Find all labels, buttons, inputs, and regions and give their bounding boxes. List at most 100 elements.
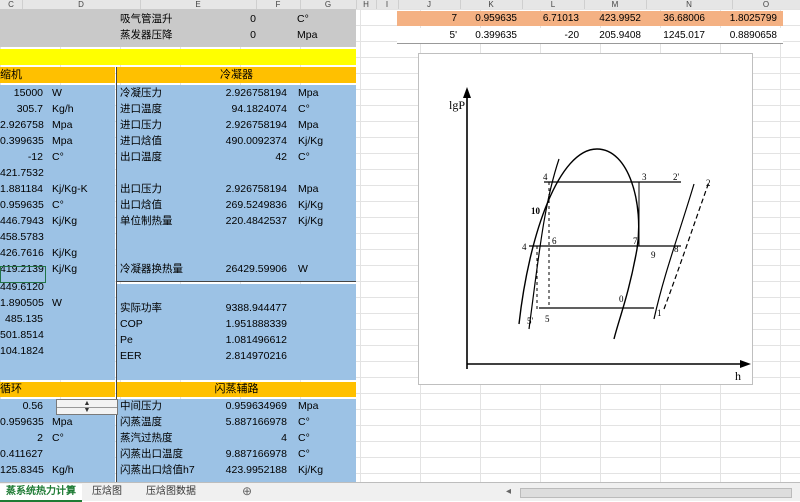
data-row-highlighted[interactable]: 7 0.959635 6.71013 423.9952 36.68006 1.8… bbox=[397, 11, 783, 26]
compressor-unit[interactable]: Kj/Kg bbox=[52, 262, 77, 277]
cycle-unit[interactable]: Mpa bbox=[52, 415, 72, 430]
sheet-tab-ph[interactable]: 压焓图 bbox=[86, 484, 128, 500]
compressor-unit[interactable]: C° bbox=[52, 198, 64, 213]
condenser-value[interactable]: 42 bbox=[195, 150, 287, 165]
cycle-value[interactable]: 0.56 bbox=[0, 399, 43, 414]
condenser-value[interactable]: 269.5249836 bbox=[195, 198, 287, 213]
col-header-i[interactable]: I bbox=[376, 0, 399, 9]
condenser-unit[interactable]: Kj/Kg bbox=[298, 214, 323, 229]
condenser-label[interactable]: 冷凝器换热量 bbox=[120, 262, 183, 277]
condenser-value[interactable]: 220.4842537 bbox=[195, 214, 287, 229]
performance-label[interactable]: 实际功率 bbox=[120, 301, 162, 316]
compressor-value[interactable]: 0.959635 bbox=[0, 198, 44, 213]
col-header-f[interactable]: F bbox=[256, 0, 301, 9]
data-cell[interactable]: 36.68006 bbox=[645, 11, 705, 26]
col-header-c[interactable]: C bbox=[0, 0, 23, 9]
compressor-value[interactable]: 1.890505 bbox=[0, 296, 44, 311]
top-row-label[interactable]: 蒸发器压降 bbox=[120, 28, 173, 43]
performance-label[interactable]: Pe bbox=[120, 333, 133, 348]
flash-value[interactable]: 0.959634969 bbox=[195, 399, 287, 414]
condenser-unit[interactable]: W bbox=[298, 262, 308, 277]
compressor-unit[interactable]: Mpa bbox=[52, 118, 72, 133]
flash-label[interactable]: 中间压力 bbox=[120, 399, 162, 414]
data-cell[interactable]: 1245.017 bbox=[645, 28, 705, 43]
col-header-m[interactable]: M bbox=[584, 0, 647, 9]
flash-label[interactable]: 闪蒸出口温度 bbox=[120, 447, 183, 462]
spin-down-button[interactable]: ▼ bbox=[57, 407, 117, 414]
flash-value[interactable]: 423.9952188 bbox=[195, 463, 287, 478]
compressor-value[interactable]: 421.7532 bbox=[0, 166, 44, 181]
compressor-unit[interactable]: Kj/Kg bbox=[52, 214, 77, 229]
condenser-label[interactable]: 出口温度 bbox=[120, 150, 162, 165]
flash-label[interactable]: 闪蒸温度 bbox=[120, 415, 162, 430]
condenser-unit[interactable]: Mpa bbox=[298, 118, 318, 133]
performance-label[interactable]: COP bbox=[120, 317, 143, 332]
condenser-label[interactable]: 进口温度 bbox=[120, 102, 162, 117]
data-cell[interactable]: -20 bbox=[521, 28, 579, 43]
flash-unit[interactable]: Mpa bbox=[298, 399, 318, 414]
data-cell[interactable]: 6.71013 bbox=[521, 11, 579, 26]
performance-value[interactable]: 1.081496612 bbox=[195, 333, 287, 348]
top-row-label[interactable]: 吸气管温升 bbox=[120, 12, 173, 27]
col-header-n[interactable]: N bbox=[646, 0, 733, 9]
cycle-value[interactable]: 2 bbox=[0, 431, 43, 446]
condenser-label[interactable]: 出口压力 bbox=[120, 182, 162, 197]
compressor-value[interactable]: 305.7 bbox=[0, 102, 43, 117]
col-header-k[interactable]: K bbox=[460, 0, 523, 9]
compressor-value[interactable]: 15000 bbox=[0, 86, 43, 101]
condenser-unit[interactable]: C° bbox=[298, 102, 310, 117]
col-header-e[interactable]: E bbox=[140, 0, 257, 9]
compressor-value[interactable]: 104.1824 bbox=[0, 344, 44, 359]
compressor-unit[interactable]: Mpa bbox=[52, 134, 72, 149]
cycle-value[interactable]: 0.959635 bbox=[0, 415, 44, 430]
condenser-value[interactable]: 490.0092374 bbox=[195, 134, 287, 149]
cycle-unit[interactable]: Kg/h bbox=[52, 463, 74, 478]
col-header-g[interactable]: G bbox=[300, 0, 357, 9]
compressor-unit[interactable]: C° bbox=[52, 150, 64, 165]
compressor-value[interactable]: 2.926758 bbox=[0, 118, 44, 133]
sheet-tab-thermo[interactable]: 蒸系统热力计算 bbox=[0, 484, 82, 502]
compressor-unit[interactable]: Kg/h bbox=[52, 102, 74, 117]
performance-value[interactable]: 9388.944477 bbox=[195, 301, 287, 316]
flash-label[interactable]: 闪蒸出口焓值h7 bbox=[120, 463, 195, 478]
flash-unit[interactable]: C° bbox=[298, 415, 310, 430]
top-row-unit[interactable]: C° bbox=[297, 12, 309, 27]
top-row-value[interactable]: 0 bbox=[210, 12, 256, 27]
cycle-value[interactable]: 0.411627 bbox=[0, 447, 43, 462]
col-header-o[interactable]: O bbox=[732, 0, 800, 9]
data-cell[interactable]: 5' bbox=[397, 28, 457, 43]
add-sheet-icon[interactable]: ⊕ bbox=[236, 484, 258, 500]
compressor-value[interactable]: 0.399635 bbox=[0, 134, 44, 149]
condenser-label[interactable]: 出口焓值 bbox=[120, 198, 162, 213]
selected-cell[interactable] bbox=[0, 266, 46, 283]
flash-unit[interactable]: C° bbox=[298, 431, 310, 446]
cycle-value[interactable]: 125.8345 bbox=[0, 463, 44, 478]
condenser-unit[interactable]: C° bbox=[298, 150, 310, 165]
compressor-value[interactable]: 1.881184 bbox=[0, 182, 43, 197]
compressor-value[interactable]: 458.5783 bbox=[0, 230, 44, 245]
sheet-tab-ph-data[interactable]: 压焓图数据 bbox=[140, 484, 202, 500]
flash-value[interactable]: 9.887166978 bbox=[195, 447, 287, 462]
top-row-value[interactable]: 0 bbox=[210, 28, 256, 43]
condenser-value[interactable]: 94.1824074 bbox=[195, 102, 287, 117]
condenser-unit[interactable]: Kj/Kg bbox=[298, 134, 323, 149]
spin-control[interactable]: ▲ ▼ bbox=[56, 399, 118, 415]
ph-diagram[interactable]: lgP h 1 2 2' 3 4 4 5 5' 6 7 8 9 0 10 bbox=[418, 53, 753, 385]
flash-unit[interactable]: C° bbox=[298, 447, 310, 462]
condenser-label[interactable]: 进口压力 bbox=[120, 118, 162, 133]
flash-unit[interactable]: Kj/Kg bbox=[298, 463, 323, 478]
data-cell[interactable]: 0.8890658 bbox=[707, 28, 777, 43]
compressor-unit[interactable]: Kj/Kg-K bbox=[52, 182, 88, 197]
condenser-value[interactable]: 2.926758194 bbox=[195, 86, 287, 101]
compressor-value[interactable]: 485.135 bbox=[0, 312, 43, 327]
data-cell[interactable]: 205.9408 bbox=[583, 28, 641, 43]
condenser-value[interactable]: 26429.59906 bbox=[195, 262, 287, 277]
top-row-unit[interactable]: Mpa bbox=[297, 28, 317, 43]
data-cell[interactable]: 423.9952 bbox=[583, 11, 641, 26]
flash-label[interactable]: 蒸汽过热度 bbox=[120, 431, 173, 446]
horizontal-scrollbar[interactable] bbox=[520, 488, 792, 498]
performance-label[interactable]: EER bbox=[120, 349, 142, 364]
compressor-unit[interactable]: W bbox=[52, 86, 62, 101]
compressor-value[interactable]: 426.7616 bbox=[0, 246, 44, 261]
data-cell[interactable]: 1.8025799 bbox=[707, 11, 777, 26]
